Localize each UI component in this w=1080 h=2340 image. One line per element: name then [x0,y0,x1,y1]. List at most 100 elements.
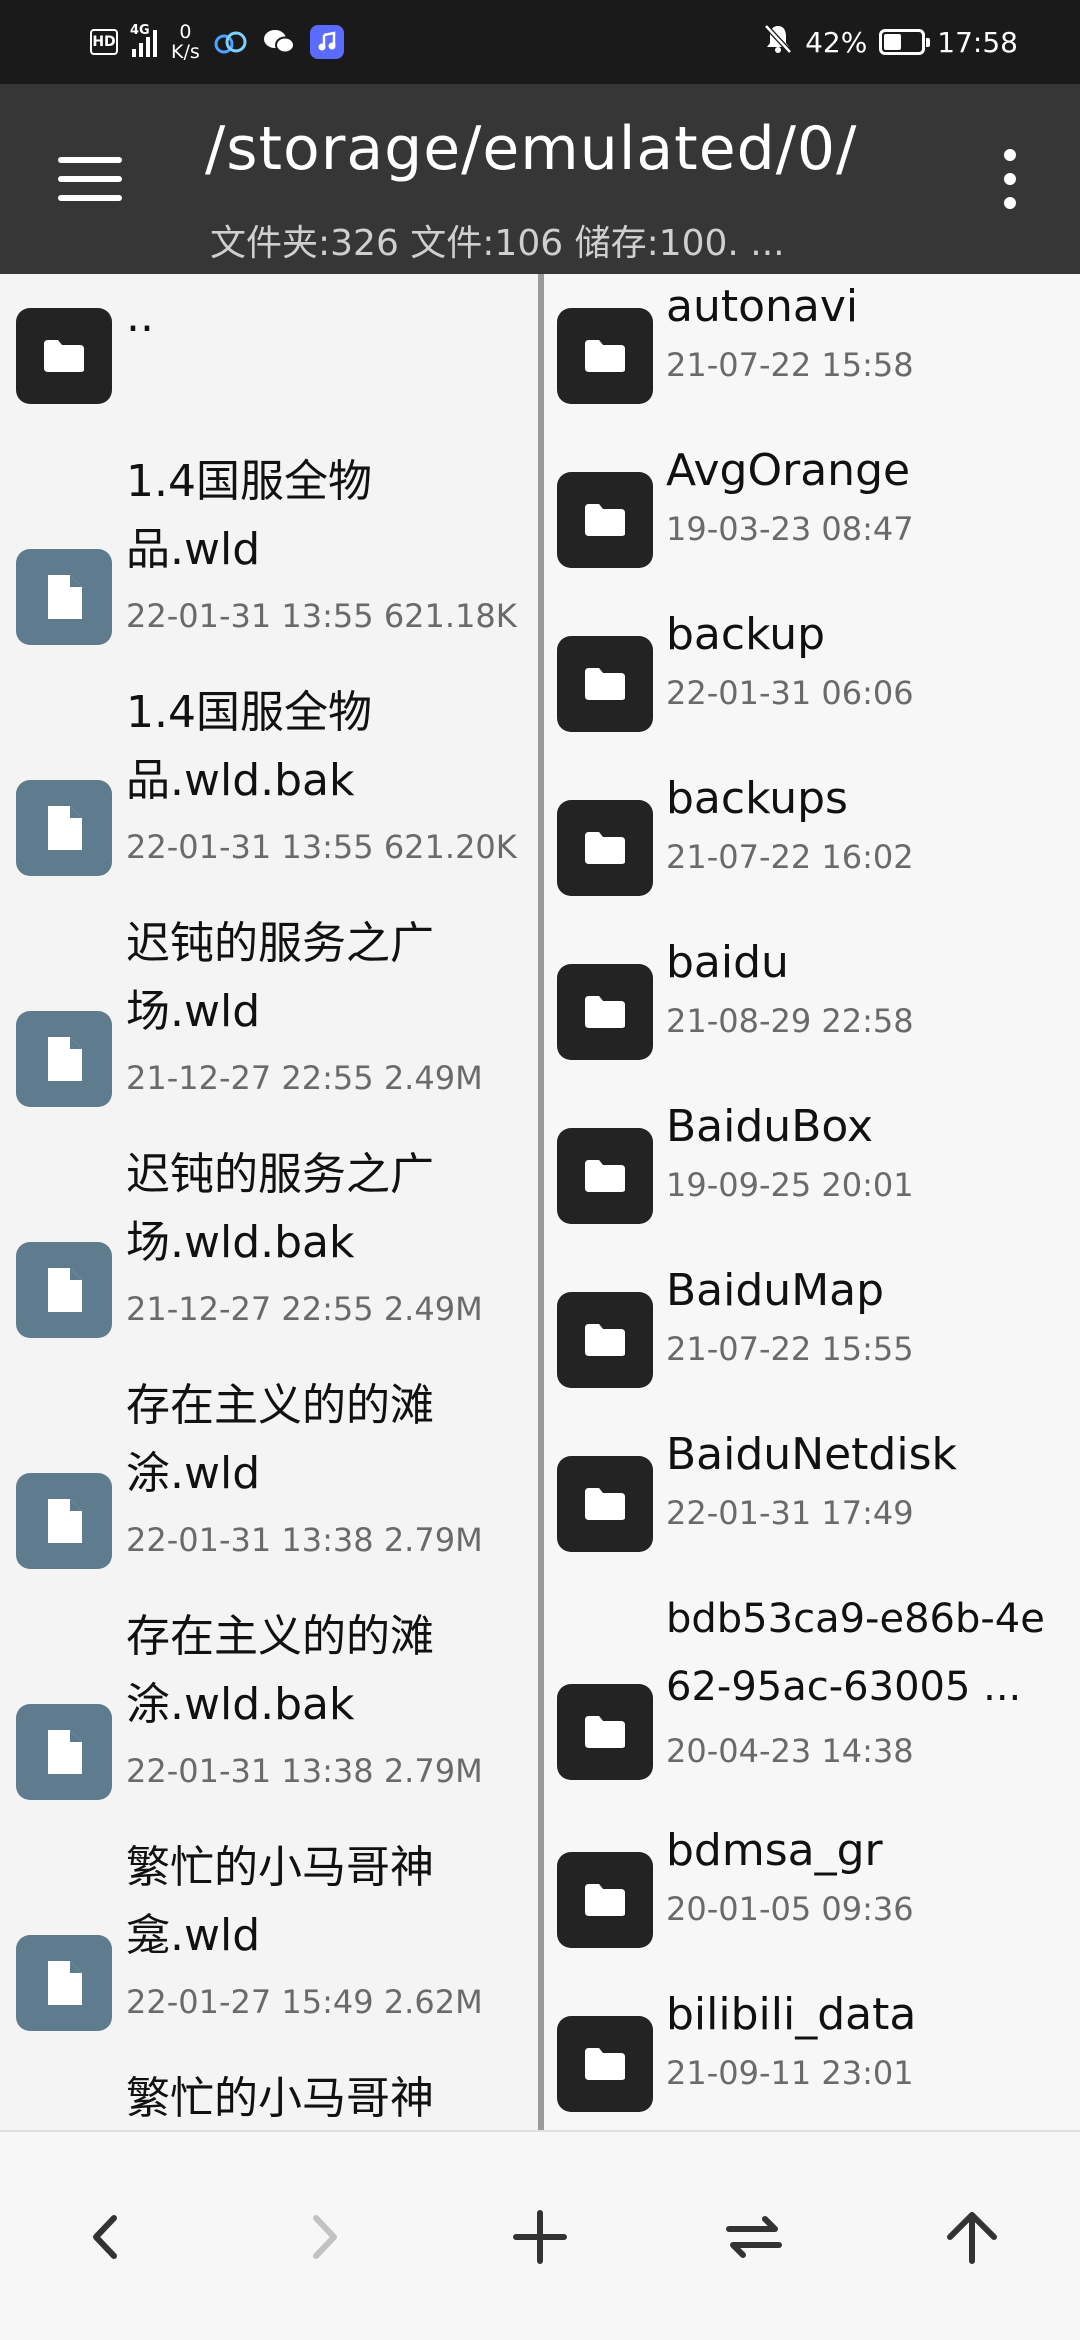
folder-name: BaiduMap [666,1265,885,1316]
item-meta: 22-01-27 15:49 2.62M [126,1983,483,2021]
folder-item[interactable]: baidu 21-08-29 22:58 [544,930,1080,1094]
list-item[interactable]: 存在主义的的滩 涂.wld 22-01-31 13:38 2.79M [0,1373,538,1603]
folder-item[interactable]: BaiduMap 21-07-22 15:55 [544,1258,1080,1422]
hd-icon: HD [90,29,118,55]
item-name-line2: 品.wld.bak [126,755,355,806]
folder-name: backup [666,609,826,660]
folder-item[interactable]: backups 21-07-22 16:02 [544,766,1080,930]
item-meta: 22-01-31 13:38 2.79M [126,1752,483,1790]
wechat-icon [262,25,296,59]
folder-name: autonavi [666,281,859,332]
folder-item[interactable]: backup 22-01-31 06:06 [544,602,1080,766]
folder-name: AvgOrange [666,445,911,496]
network-type: 4G [130,23,150,38]
folder-item[interactable]: autonavi 21-07-22 15:58 [544,274,1080,438]
list-item-parent[interactable]: .. [0,274,538,424]
speed-unit: K/s [171,41,200,63]
battery-level [884,34,902,50]
list-item[interactable]: 1.4国服全物 品.wld 22-01-31 13:55 621.18K [0,449,538,679]
right-pane[interactable]: autonavi 21-07-22 15:58 AvgOrange 19-03-… [544,274,1080,2130]
item-meta: 21-12-27 22:55 2.49M [126,1290,483,1328]
folder-item[interactable]: bilibili_data 21-09-11 23:01 [544,1982,1080,2130]
item-name: .. [126,291,154,342]
item-name-line1: 迟钝的服务之广 [126,1149,434,1200]
swap-icon[interactable] [714,2187,794,2287]
mute-bell-icon [763,23,793,62]
list-item[interactable]: 繁忙的小马哥神 龛.wld 22-01-27 15:49 2.62M [0,1835,538,2065]
menu-icon[interactable] [55,149,125,209]
signal-bar [139,43,143,57]
signal-bar [153,30,157,57]
file-icon [16,1935,112,2031]
item-name-line1: 繁忙的小马哥神 [126,1842,434,1893]
file-icon [16,549,112,645]
item-name-line2: 涂.wld [126,1448,261,1499]
clock: 17:58 [937,25,1018,59]
list-item[interactable]: 存在主义的的滩 涂.wld.bak 22-01-31 13:38 2.79M [0,1604,538,1834]
folder-icon [557,1292,653,1388]
file-icon [16,1704,112,1800]
folder-name: bilibili_data [666,1989,917,2040]
cloud-app-icon [214,25,248,59]
folder-item[interactable]: BaiduBox 19-09-25 20:01 [544,1094,1080,1258]
speed-value: 0 [179,21,192,43]
folder-item[interactable]: bdb53ca9-e86b-4e 62-95ac-63005 ... 20-04… [544,1586,1080,1818]
folder-icon [557,472,653,568]
item-meta: 22-01-31 13:55 621.20K [126,828,517,866]
status-bar: HD 4G 0 K/s 42% 17:58 [0,0,1080,84]
folder-icon [557,964,653,1060]
signal-bar [132,49,136,57]
dot [1004,197,1016,209]
list-item[interactable]: 繁忙的小马哥神 [0,2066,538,2130]
folder-icon [557,308,653,404]
back-icon[interactable] [66,2187,146,2287]
list-item[interactable]: 1.4国服全物 品.wld.bak 22-01-31 13:55 621.20K [0,680,538,910]
list-item[interactable]: 迟钝的服务之广 场.wld 21-12-27 22:55 2.49M [0,911,538,1141]
battery-percent: 42% [805,25,868,59]
folder-name: baidu [666,937,789,988]
left-pane[interactable]: .. 1.4国服全物 品.wld 22-01-31 13:55 621.18K … [0,274,538,2130]
folder-icon [557,800,653,896]
folder-date: 20-04-23 14:38 [666,1732,914,1770]
folder-item[interactable]: bdmsa_gr 20-01-05 09:36 [544,1818,1080,1982]
folder-icon [557,1684,653,1780]
hd-label: HD [92,34,116,50]
folder-item[interactable]: BaiduNetdisk 22-01-31 17:49 [544,1422,1080,1586]
folder-icon [557,2016,653,2112]
item-name-line2: 品.wld [126,524,261,575]
item-name-line2: 场.wld.bak [126,1217,355,1268]
network-speed: 0 K/s [171,22,200,62]
folder-icon [16,308,112,404]
folder-name-line1: bdb53ca9-e86b-4e [666,1596,1045,1642]
menu-line [58,195,122,201]
folder-item[interactable]: AvgOrange 19-03-23 08:47 [544,438,1080,602]
dot [1004,149,1016,161]
menu-line [58,157,122,163]
folder-date: 21-09-11 23:01 [666,2054,914,2092]
list-item[interactable]: 迟钝的服务之广 场.wld.bak 21-12-27 22:55 2.49M [0,1142,538,1372]
item-name-line1: 迟钝的服务之广 [126,918,434,969]
file-icon [16,780,112,876]
menu-line [58,176,122,182]
item-name-line1: 1.4国服全物 [126,456,372,507]
signal-bar [146,37,150,57]
up-icon[interactable] [932,2187,1012,2287]
toolbar: /storage/emulated/0/ 文件夹:326 文件:106 储存:1… [0,84,1080,274]
music-app-icon [309,25,344,59]
item-name-line1: 存在主义的的滩 [126,1380,434,1431]
file-icon [16,1011,112,1107]
folder-icon [557,1128,653,1224]
item-name-line2: 涂.wld.bak [126,1679,355,1730]
more-options-icon[interactable] [1000,149,1020,209]
folder-date: 21-07-22 15:58 [666,346,914,384]
item-name-line1: 繁忙的小马哥神 [126,2073,434,2124]
folder-date: 20-01-05 09:36 [666,1890,914,1928]
folder-name-line2: 62-95ac-63005 ... [666,1664,1022,1710]
item-name-line2: 龛.wld [126,1910,261,1961]
add-icon[interactable] [500,2187,580,2287]
folder-icon [557,1852,653,1948]
status-right: 42% 17:58 [763,20,1018,64]
path-title[interactable]: /storage/emulated/0/ [205,114,857,184]
item-name-line2: 场.wld [126,986,261,1037]
forward-icon[interactable] [284,2187,364,2287]
